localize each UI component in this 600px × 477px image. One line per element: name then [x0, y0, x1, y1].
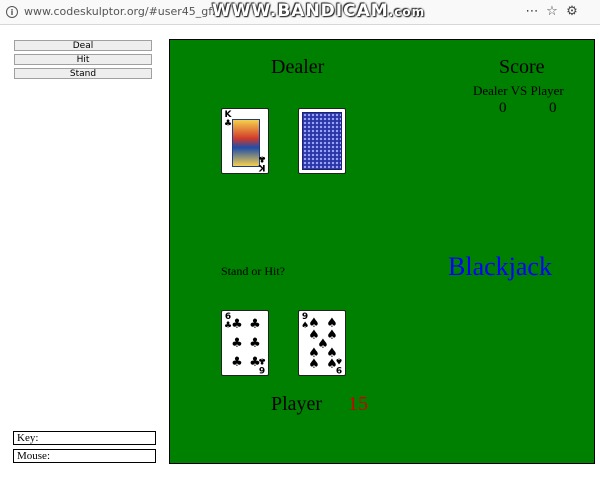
card-back-pattern	[302, 112, 342, 170]
dealer-score: 0	[499, 100, 507, 116]
control-panel: Deal Hit Stand Key: Mouse:	[0, 25, 163, 477]
mouse-status: Mouse:	[13, 449, 156, 463]
game-canvas[interactable]: Dealer Score Dealer VS Player 0 0 K ♣ K ♣ …	[169, 39, 595, 464]
key-status: Key:	[13, 431, 156, 445]
club-pip-icon: ♣	[231, 317, 243, 332]
player-card-nine-spades: 9 ♠ ♠ ♠ ♠ ♠ ♠ ♠ ♠ ♠ ♠ 9 ♠	[298, 310, 346, 376]
prompt-text: Stand or Hit?	[221, 264, 285, 278]
info-icon[interactable]: i	[6, 6, 18, 18]
game-title: Blackjack	[448, 252, 552, 281]
dealer-card-king-clubs: K ♣ K ♣	[221, 108, 269, 174]
dealer-card-hidden	[298, 108, 346, 174]
bookmark-icon[interactable]: ☆	[544, 4, 560, 20]
dealer-label: Dealer	[271, 56, 325, 78]
player-card-six-clubs: 6 ♣ ♣ ♣ ♣ ♣ ♣ ♣ 6 ♣	[221, 310, 269, 376]
spade-pip-icon: ♠	[308, 357, 320, 372]
club-pip-icon: ♣	[231, 355, 243, 370]
club-pip-icon: ♣	[249, 317, 261, 332]
card-corner-bottom: K ♣	[257, 153, 266, 172]
bandicam-watermark: WWW.BANDICAM.com	[212, 1, 425, 21]
king-face-icon	[232, 119, 260, 167]
settings-icon[interactable]: ⚙	[564, 4, 580, 20]
watermark-tld: .com	[388, 5, 426, 19]
url-text[interactable]: www.codeskulptor.org/#user45_gf2FUU6SiC	[24, 5, 214, 18]
club-pip-icon: ♣	[249, 336, 261, 351]
player-label: Player	[271, 393, 323, 415]
deal-button[interactable]: Deal	[14, 40, 152, 51]
player-score: 0	[549, 100, 557, 116]
browser-url-bar: i www.codeskulptor.org/#user45_gf2FUU6Si…	[0, 0, 600, 25]
player-total: 15	[348, 393, 368, 415]
stand-button[interactable]: Stand	[14, 68, 152, 79]
score-title: Score	[499, 56, 545, 78]
hit-button[interactable]: Hit	[14, 54, 152, 65]
more-icon[interactable]: ⋯	[524, 4, 540, 20]
club-pip-icon: ♣	[231, 336, 243, 351]
card-corner-bottom: 6 ♣	[257, 355, 266, 374]
card-corner-bottom: 9 ♠	[334, 355, 343, 374]
card-corner-top: K ♣	[224, 110, 233, 129]
watermark-main: WWW.BANDICAM	[212, 1, 389, 21]
score-header: Dealer VS Player	[473, 83, 564, 98]
